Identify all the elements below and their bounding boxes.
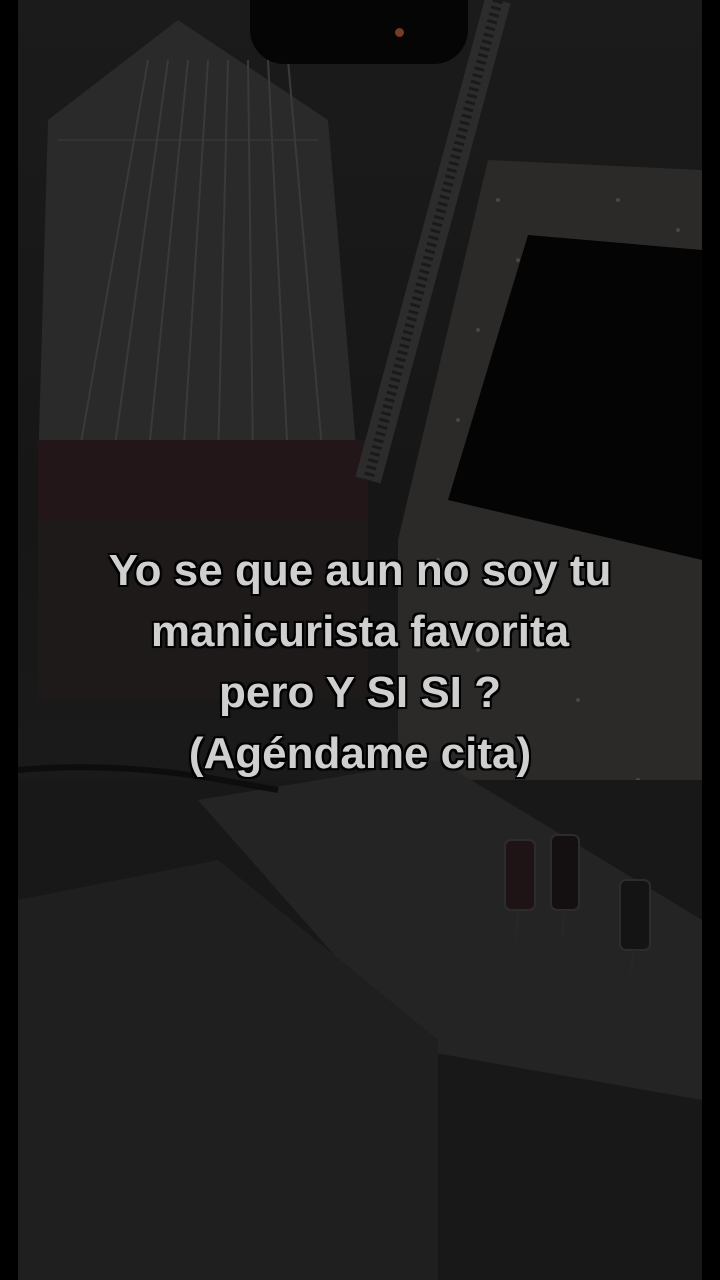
story-caption: Yo se que aun no soy tu manicurista favo…	[20, 540, 700, 784]
caption-line-1: Yo se que aun no soy tu	[108, 546, 612, 595]
caption-line-2: manicurista favorita	[150, 607, 570, 656]
story-frame: Yo se que aun no soy tu manicurista favo…	[0, 0, 720, 1280]
left-border	[0, 0, 18, 1280]
caption-line-4: (Agéndame cita)	[188, 729, 532, 778]
camera-indicator-icon	[395, 28, 404, 37]
dynamic-island	[250, 0, 468, 64]
right-border	[702, 0, 720, 1280]
caption-line-3: pero Y SI SI ?	[218, 668, 502, 717]
